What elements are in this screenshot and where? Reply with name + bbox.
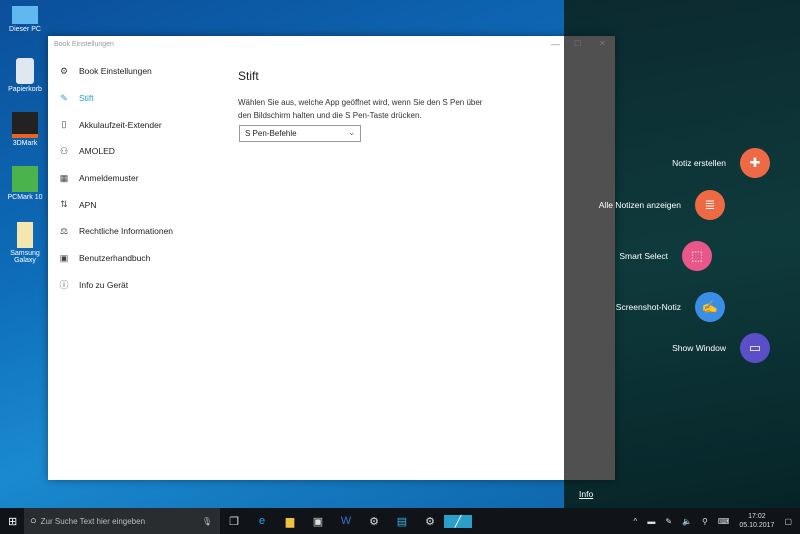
pen-app-icon[interactable]: ╱ [444, 514, 472, 528]
cortana-icon: ○ [30, 515, 37, 527]
nav-item-manual[interactable]: ▣ Benutzerhandbuch [48, 245, 228, 272]
gear-icon: ⚙ [59, 65, 69, 76]
air-command-smart-select[interactable]: Smart Select ⬚ [619, 241, 712, 271]
taskbar: ⊞ ○ Zur Suche Text hier eingeben 🎙 ❐ e ▆ ▣… [0, 508, 800, 534]
nav-item-pattern[interactable]: ▦ Anmeldemuster [48, 165, 228, 192]
nav-item-legal[interactable]: ⚖ Rechtliche Informationen [48, 218, 228, 245]
settings-icon[interactable]: ⚙ [360, 515, 388, 528]
3dmark-icon [12, 112, 38, 138]
computer-icon [12, 6, 38, 24]
network-icon[interactable]: ⚲ [702, 517, 708, 526]
pen-tray-icon[interactable]: ✎ [665, 517, 672, 526]
close-button[interactable]: ✕ [599, 39, 606, 48]
file-explorer-icon[interactable]: ▆ [276, 515, 304, 528]
arrows-icon: ⇅ [60, 199, 68, 210]
description: Wählen Sie aus, welche App geöffnet wird… [238, 98, 483, 120]
pattern-icon: ▦ [59, 172, 69, 183]
search-box[interactable]: ○ Zur Suche Text hier eingeben 🎙 [24, 508, 220, 534]
nav-item-device-info[interactable]: ⓘ Info zu Gerät [48, 272, 228, 299]
pcmark-icon [12, 166, 38, 192]
air-command-view-notes[interactable]: Alle Notizen anzeigen ≣ [599, 190, 725, 220]
nav-item-amoled[interactable]: ⚇ AMOLED [48, 138, 228, 165]
clock[interactable]: 17:02 05.10.2017 [739, 512, 774, 530]
air-command-create-note[interactable]: Notiz erstellen ✚ [672, 148, 770, 178]
help-book-icon: ▣ [59, 252, 69, 263]
amoled-icon: ⚇ [59, 145, 69, 156]
screen-write-icon: ✍ [695, 292, 725, 322]
settings-window: Book Einstellungen — ⚙ Book Einstellungen… [48, 36, 615, 480]
scales-icon: ⚖ [59, 225, 69, 236]
desktop-icon-pcmark[interactable]: PCMark 10 [2, 166, 48, 201]
keyboard-icon[interactable]: ⌨ [718, 517, 730, 526]
nav-item-book-settings[interactable]: ⚙ Book Einstellungen [48, 58, 228, 85]
page-title: Stift [238, 69, 259, 83]
pen-action-dropdown[interactable]: S Pen-Befehle ⌄ [239, 125, 361, 142]
notifications-icon[interactable]: ▢ [784, 517, 792, 526]
notes-list-icon: ≣ [695, 190, 725, 220]
maximize-button[interactable]: ☐ [574, 39, 581, 48]
desktop-icon-3dmark[interactable]: 3DMark [2, 112, 48, 147]
system-tray: ^ ▬ ✎ 🔈 ⚲ ⌨ 17:02 05.10.2017 ▢ [634, 508, 792, 534]
recycle-bin-icon [16, 58, 34, 84]
chevron-up-icon[interactable]: ^ [634, 517, 638, 526]
smart-select-icon: ⬚ [682, 241, 712, 271]
air-command-screenshot-note[interactable]: Screenshot-Notiz ✍ [616, 292, 725, 322]
nav-item-stift[interactable]: ✎ Stift [48, 85, 228, 112]
book-settings-icon[interactable]: ⚙ [416, 515, 444, 528]
windows-start-icon[interactable]: ⊞ [8, 515, 17, 528]
sidebar-nav: ⚙ Book Einstellungen ✎ Stift ▯ Akkulaufzeit… [48, 58, 228, 298]
desktop-icon-this-pc[interactable]: Dieser PC [2, 4, 48, 33]
air-command-show-window[interactable]: Show Window ▭ [672, 333, 770, 363]
show-window-icon: ▭ [740, 333, 770, 363]
desktop-icon-recycle-bin[interactable]: Papierkorb [2, 58, 48, 93]
dimmed-window-edge: ☐ ✕ [564, 36, 615, 480]
edge-icon[interactable]: e [248, 515, 276, 527]
word-icon[interactable]: W [332, 515, 360, 527]
nav-item-apn[interactable]: ⇅ APN [48, 191, 228, 218]
info-icon: ⓘ [59, 280, 69, 291]
window-title: Book Einstellungen [54, 41, 114, 48]
battery-icon[interactable]: ▬ [647, 517, 655, 526]
battery-icon: ▯ [61, 119, 67, 130]
minimize-button[interactable]: — [551, 39, 560, 49]
info-link[interactable]: Info [579, 489, 593, 499]
pen-icon: ✎ [60, 92, 68, 103]
chevron-down-icon: ⌄ [348, 128, 355, 137]
nav-item-battery[interactable]: ▯ Akkulaufzeit-Extender [48, 111, 228, 138]
file-icon [17, 222, 33, 248]
store-icon[interactable]: ▣ [304, 515, 332, 528]
microphone-icon[interactable]: 🎙 [202, 517, 212, 526]
app-icon[interactable]: ▤ [388, 515, 416, 528]
task-view-icon[interactable]: ❐ [220, 515, 248, 528]
note-add-icon: ✚ [740, 148, 770, 178]
desktop-icon-samsung[interactable]: Samsung Galaxy [2, 222, 48, 264]
volume-icon[interactable]: 🔈 [682, 517, 692, 526]
